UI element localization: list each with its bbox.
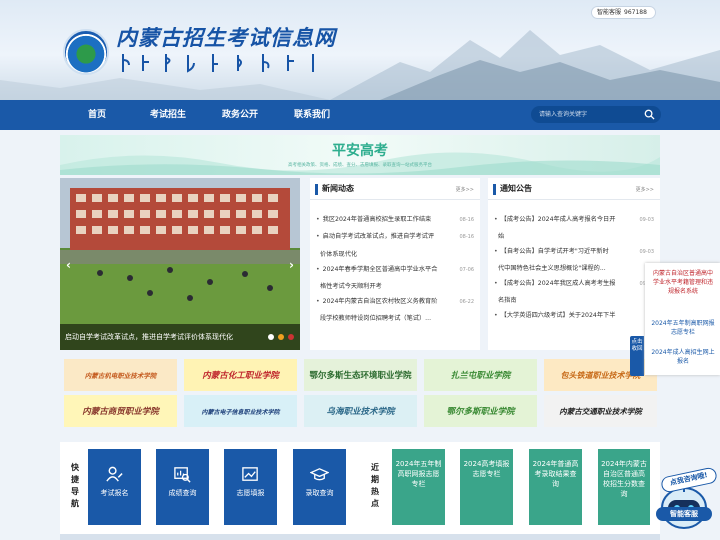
news-item[interactable]: 2024年内蒙古自治区农村牧区义务教育阶 [316,294,438,310]
hot-topic-card[interactable]: 2024年普通高考录取结果查询 [529,449,582,525]
ping-an-gaokao-banner[interactable]: 平安高考 高考相关政策、资格、成绩、查分、志愿填报、录取查询一站式服务平台 [60,135,660,175]
chart-search-icon [174,467,191,483]
banner-subtitle: 高考相关政策、资格、成绩、查分、志愿填报、录取查询一站式服务平台 [288,163,432,168]
school-row-2: 内蒙古商贸职业学院 内蒙古电子信息职业技术学院 乌海职业技术学院 鄂尔多斯职业学… [60,395,660,427]
news-date: 08-16 [459,217,474,223]
site-header: 内蒙古招生考试信息网 智能客服 967188 [0,0,720,100]
news-date: 08-16 [459,234,474,240]
site-title: 内蒙古招生考试信息网 [116,25,336,50]
school-banner[interactable]: 鄂尔多斯职业学院 [424,395,537,427]
school-banner[interactable]: 乌海职业技术学院 [304,395,417,427]
notice-panel: 通知公告 更多>> 【成考公告】2024年成人高考报名今日开 始 09-03 【… [488,178,660,350]
float-link[interactable]: 2024年成人高招生网上报名 [651,348,715,366]
footer-strip [60,534,660,540]
nav-item-home[interactable]: 首页 [88,100,106,130]
school-banner[interactable]: 内蒙古机电职业技术学院 [64,359,177,391]
banner-title: 平安高考 [332,143,388,159]
notice-more-link[interactable]: 更多>> [636,186,654,193]
notice-item-cont[interactable]: 始 [498,231,504,240]
school-banner[interactable]: 内蒙古商贸职业学院 [64,395,177,427]
notice-date: 09-03 [639,249,654,255]
notice-item[interactable]: 【大学英语四六级考试】关于2024年下半 [494,308,616,324]
news-item[interactable]: 2024年春季学期全区普通高中学业水平合 [316,262,438,278]
float-link[interactable]: 内蒙古自治区普通高中学业水平考籍管理和违规报名系统 [651,269,715,296]
news-panel-header: 新闻动态 更多>> [310,178,480,200]
collapse-float-tab[interactable]: 点击收回 [630,336,644,376]
notice-item-cont[interactable]: 名指南 [498,295,517,304]
quick-button-label: 考试报名 [100,489,129,497]
mongolian-script-logo [122,54,314,73]
slider-next-arrow[interactable]: › [289,258,294,272]
news-item-cont[interactable]: 价体系现代化 [320,249,357,258]
admission-query-button[interactable]: 录取查询 [293,449,346,525]
search-icon[interactable] [644,109,655,120]
notice-panel-header: 通知公告 更多>> [488,178,660,200]
notice-title: 通知公告 [500,184,532,193]
news-item-cont[interactable]: 段学校教师特设岗位招聘考试（笔试）... [320,313,431,322]
quick-button-label: 录取查询 [305,489,334,497]
nav-item-government-affairs[interactable]: 政务公开 [222,100,258,130]
volunteer-fill-button[interactable]: 志愿填报 [224,449,277,525]
nav-item-contact[interactable]: 联系我们 [294,100,330,130]
quick-nav-label: 快捷导航 [71,463,79,508]
news-date: 07-06 [459,267,474,273]
robot-service-label[interactable]: 智能客服 [656,507,712,521]
float-link-panel: 内蒙古自治区普通高中学业水平考籍管理和违规报名系统 2024年五年制高职网报志愿… [645,263,720,375]
trend-chart-icon [242,467,258,481]
hot-topic-card[interactable]: 2024高考填报志愿专栏 [460,449,513,525]
school-banner[interactable]: 鄂尔多斯生态环境职业学院 [304,359,417,391]
news-date: 06-22 [459,299,474,305]
section-bar [493,184,496,195]
section-bar [315,184,318,195]
quick-button-label: 成绩查询 [168,489,197,497]
slider-dot-2[interactable] [278,334,284,340]
quick-button-label: 志愿填报 [236,489,265,497]
notice-date: 09-03 [639,217,654,223]
school-banner[interactable]: 扎兰屯职业学院 [424,359,537,391]
slider-dot-3[interactable] [288,334,294,340]
user-edit-icon [106,466,123,482]
float-link[interactable]: 2024年五年制高职网报志愿专栏 [651,319,715,337]
school-banner[interactable]: 内蒙古电子信息职业技术学院 [184,395,297,427]
news-item[interactable]: 我区2024年普通高校招生录取工作结束 [316,212,432,228]
notice-item[interactable]: 【成考公告】2024年成人高考报名今日开 [494,212,616,228]
notice-item-cont[interactable]: 代中国特色社会主义思想概论"课程的... [498,263,606,272]
school-banner[interactable]: 内蒙古交通职业技术学院 [544,395,657,427]
notice-item[interactable]: 【成考公告】2024年我区成人高考考生报 [494,276,616,292]
news-title: 新闻动态 [322,184,354,193]
service-label: 智能客服 [597,9,622,16]
slider-caption[interactable]: 启动自学考试改革试点，推进自学考试评价体系现代化 [60,324,300,350]
search-input[interactable] [539,108,639,121]
hot-topics-label: 近期热点 [371,463,379,508]
smart-service-pill[interactable]: 智能客服 967188 [591,6,656,19]
graduation-cap-icon [310,468,329,481]
exam-registration-button[interactable]: 考试报名 [88,449,141,525]
service-count: 967188 [624,9,647,16]
score-query-button[interactable]: 成绩查询 [156,449,209,525]
news-more-link[interactable]: 更多>> [456,186,474,193]
slider-dot-1[interactable] [268,334,274,340]
news-item[interactable]: 启动自学考试改革试点，推进自学考试评 [316,229,434,245]
school-banner[interactable]: 内蒙古化工职业学院 [184,359,297,391]
search-box [531,106,661,123]
nav-item-exam-enrollment[interactable]: 考试招生 [150,100,186,130]
site-logo[interactable] [63,29,109,75]
news-slider[interactable]: ‹ › 启动自学考试改革试点，推进自学考试评价体系现代化 [60,178,300,350]
hot-topic-card[interactable]: 2024年五年制高职网报志愿专栏 [392,449,445,525]
hot-topic-card[interactable]: 2024年内蒙古自治区普通高校招生分数查询 [598,449,650,525]
notice-item[interactable]: 【自考公告】自学考试开考"习近平新时 [494,244,609,260]
slider-prev-arrow[interactable]: ‹ [66,258,71,272]
news-panel: 新闻动态 更多>> 我区2024年普通高校招生录取工作结束 08-16 启动自学… [310,178,480,350]
news-item-cont[interactable]: 格性考试今天顺利开考 [320,281,382,290]
school-row-1: 内蒙古机电职业技术学院 内蒙古化工职业学院 鄂尔多斯生态环境职业学院 扎兰屯职业… [60,359,660,391]
